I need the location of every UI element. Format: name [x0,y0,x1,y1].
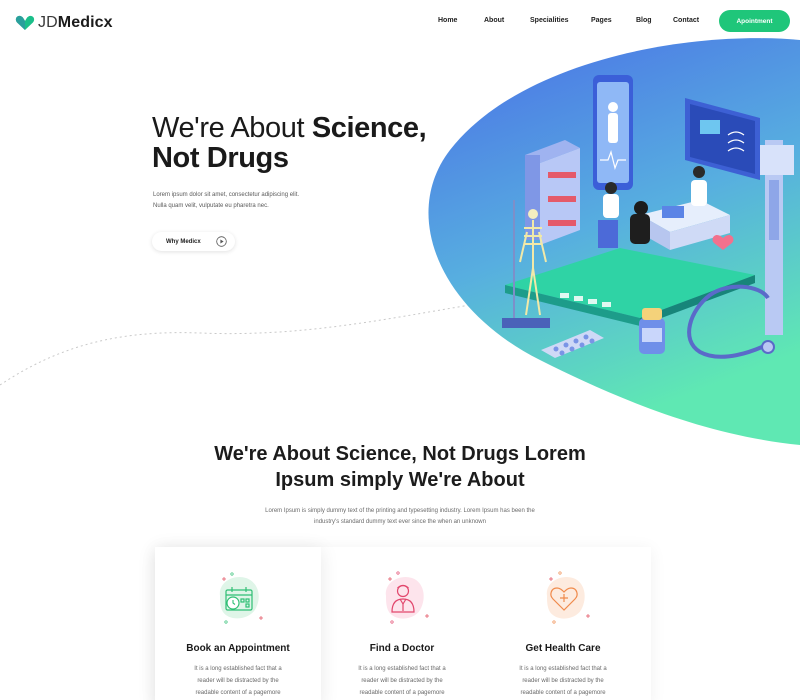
hero-title-line-2: Not Drugs [152,143,426,173]
card-description-line: readable content of a pagemore [195,690,281,696]
heart-care-icon [546,571,590,624]
service-card-appointment[interactable]: Book an Appointment It is a long establi… [155,560,321,699]
card-description-line: readable content of a pagemore [520,690,606,696]
hero-title-bold-2: Not Drugs [152,142,289,174]
why-medicx-label: Why Medicx [166,238,201,245]
card-description-line: It is a long established fact that a [358,666,446,672]
pill-bottle-illustration [639,308,665,354]
section-description-line: industry's standard dummy text ever sinc… [314,519,486,525]
dashed-wave-line [0,304,471,386]
card-description-line: reader will be distracted by the [197,678,279,684]
card-description-line: It is a long established fact that a [194,666,282,672]
card-description: It is a long established fact that a rea… [319,663,485,699]
hero-description-line: Nulla quam velit, vulputate eu pharetra … [153,203,269,209]
hero-description-line: Lorem ipsum dolor sit amet, consectetur … [153,192,300,198]
why-medicx-button[interactable]: Why Medicx [152,232,235,251]
section-title-line: We're About Science, Not Drugs Lorem [214,443,586,465]
card-description: It is a long established fact that a rea… [155,663,321,699]
card-icon-wrap [208,566,268,626]
doctor-icon [385,571,429,624]
card-icon-wrap [533,566,593,626]
card-icon-wrap [372,566,432,626]
card-description-line: It is a long established fact that a [519,666,607,672]
card-title: Find a Doctor [369,643,435,654]
service-card-find-doctor[interactable]: Find a Doctor It is a long established f… [319,560,485,699]
card-title: Book an Appointment [186,643,290,654]
card-description-line: reader will be distracted by the [361,678,443,684]
section-description: Lorem Ipsum is simply dummy text of the … [0,506,800,528]
section-title: We're About Science, Not Drugs Lorem Ips… [0,441,800,493]
hero-description: Lorem ipsum dolor sit amet, consectetur … [153,190,353,212]
service-card-health-care[interactable]: Get Health Care It is a long established… [480,560,646,699]
hero-title-bold-1: Science, [311,112,427,144]
card-description: It is a long established fact that a rea… [480,663,646,699]
calendar-clock-icon [219,572,263,624]
section-description-line: Lorem Ipsum is simply dummy text of the … [265,508,535,514]
card-description-line: reader will be distracted by the [522,678,604,684]
hero-title-line-1: We're About Science, [152,112,427,144]
section-title-line: Ipsum simply We're About [275,469,525,491]
hero-title: We're About Science, Not Drugs [152,112,427,173]
phone-screen-illustration [593,75,633,190]
hero-illustration [0,38,800,445]
card-description-line: readable content of a pagemore [359,690,445,696]
card-title: Get Health Care [525,643,601,654]
hero-title-light: We're About [152,112,312,144]
play-icon [216,236,227,247]
